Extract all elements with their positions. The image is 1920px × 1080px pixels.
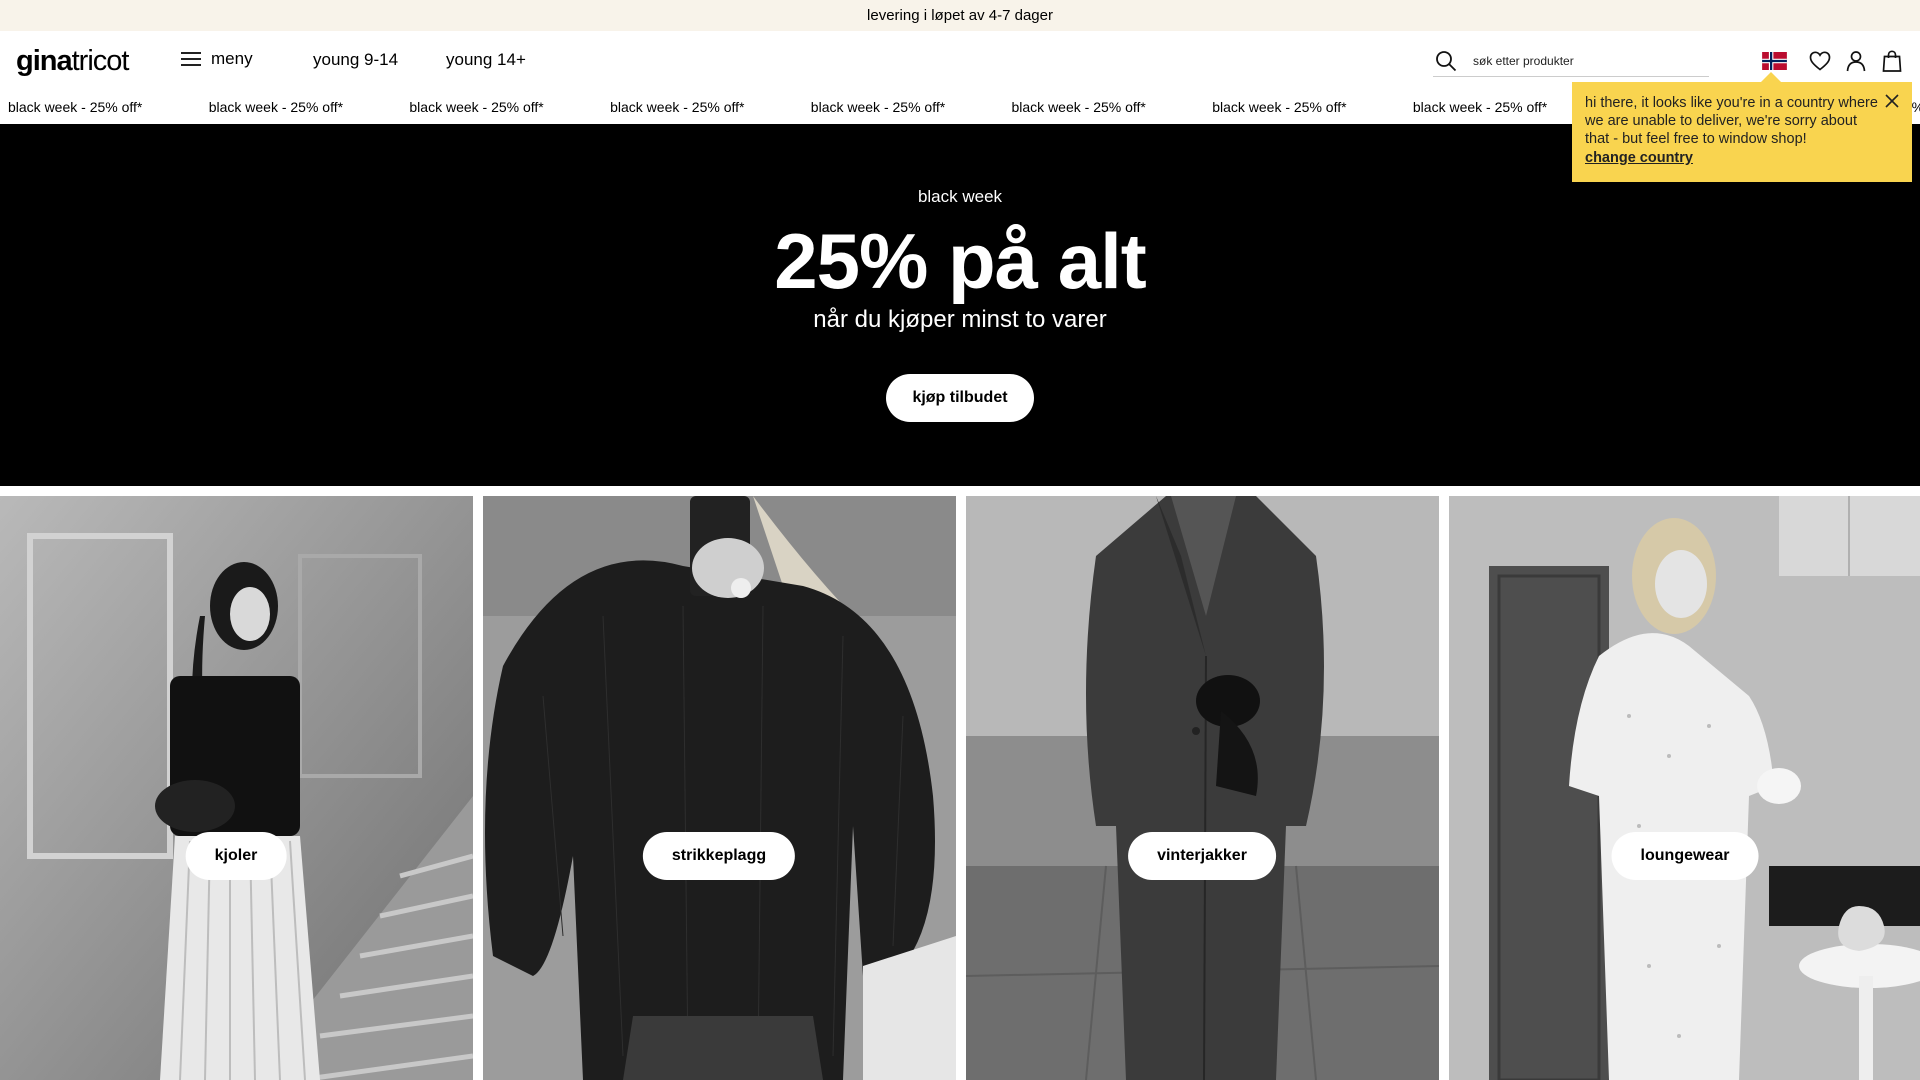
menu-label: meny	[211, 49, 253, 68]
menu-button[interactable]: meny	[181, 49, 253, 69]
ticker-item: black week - 25% off*	[1412, 99, 1548, 115]
search-bar[interactable]	[1433, 45, 1709, 77]
hero-title: 25% på alt	[774, 217, 1147, 305]
logo-bold: gina	[16, 45, 73, 77]
logo[interactable]: ginatricot	[16, 45, 130, 77]
category-button-strikkeplagg[interactable]: strikkeplagg	[642, 832, 796, 880]
change-country-link[interactable]: change country	[1585, 149, 1900, 167]
search-input[interactable]	[1473, 53, 1693, 68]
category-tile-kjoler[interactable]: kjoler	[0, 496, 473, 1080]
category-button-loungewear[interactable]: loungewear	[1611, 832, 1759, 880]
shop-offer-button[interactable]: kjøp tilbudet	[886, 374, 1034, 422]
hero-eyebrow: black week	[917, 187, 1003, 206]
category-button-vinterjakker[interactable]: vinterjakker	[1128, 832, 1276, 880]
announcement-bar: levering i løpet av 4-7 dager	[0, 0, 1920, 31]
nav-young-14-plus[interactable]: young 14+	[446, 50, 526, 70]
ticker-item: black week - 25% off*	[409, 99, 544, 115]
category-tile-loungewear[interactable]: loungewear	[1449, 496, 1920, 1080]
menu-icon	[181, 51, 201, 67]
nav-young-9-14[interactable]: young 9-14	[313, 50, 398, 70]
vinterjakker-image	[966, 496, 1439, 1080]
ticker-item: black week - 25% off*	[1212, 99, 1347, 115]
category-tile-vinterjakker[interactable]: vinterjakker	[966, 496, 1439, 1080]
ticker-item: black week - 25% off*	[208, 99, 344, 115]
norway-flag-icon[interactable]	[1762, 52, 1787, 70]
country-notice: hi there, it looks like you're in a coun…	[1572, 72, 1912, 182]
close-icon[interactable]	[1883, 92, 1901, 110]
category-grid: kjoler strikkeplagg vinterjakker loungew…	[0, 496, 1920, 1080]
loungewear-image	[1449, 496, 1920, 1080]
heart-icon[interactable]	[1808, 49, 1832, 73]
category-button-kjoler[interactable]: kjoler	[185, 832, 287, 880]
logo-light: tricot	[71, 45, 130, 77]
strikkeplagg-image	[483, 496, 956, 1080]
search-icon[interactable]	[1435, 50, 1457, 72]
category-tile-strikkeplagg[interactable]: strikkeplagg	[483, 496, 956, 1080]
ticker-item: black week - 25% off*	[8, 99, 143, 115]
announcement-text: levering i løpet av 4-7 dager	[867, 7, 1053, 24]
kjoler-image	[0, 496, 473, 1080]
ticker-item: black week - 25% off*	[1011, 99, 1146, 115]
ticker-item: black week - 25% off*	[810, 99, 946, 115]
ticker-item: black week - 25% off*	[610, 99, 745, 115]
bag-icon[interactable]	[1880, 49, 1904, 73]
user-icon[interactable]	[1844, 49, 1868, 73]
country-notice-message: hi there, it looks like you're in a coun…	[1585, 95, 1878, 147]
hero-subtitle: når du kjøper minst to varer	[813, 306, 1107, 333]
